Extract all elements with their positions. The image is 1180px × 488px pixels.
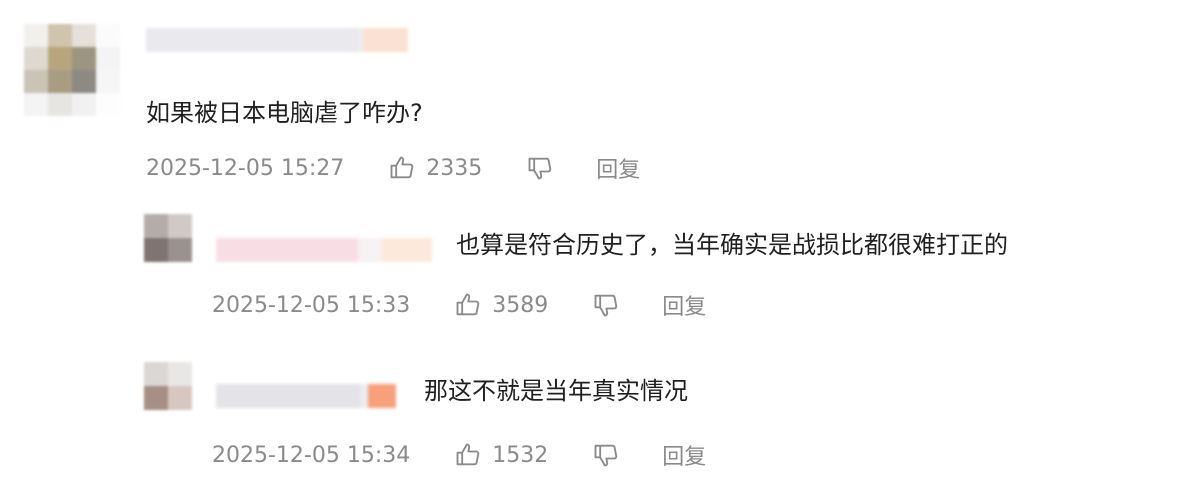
thumbs-up-icon — [454, 291, 482, 319]
like-button[interactable]: 2335 — [388, 154, 482, 182]
avatar-pixel — [72, 70, 96, 93]
avatar-pixel — [144, 362, 168, 386]
like-count: 2335 — [426, 155, 483, 181]
username-blur-segment — [216, 238, 358, 262]
avatar-pixel — [24, 24, 48, 47]
avatar[interactable] — [144, 362, 192, 410]
username-blurred[interactable] — [216, 384, 396, 408]
avatar-pixel — [168, 362, 192, 386]
thumbs-down-icon — [526, 154, 554, 182]
thumbs-down-icon — [592, 441, 620, 469]
timestamp: 2025-12-05 15:34 — [212, 442, 411, 468]
thumbs-down-icon — [592, 291, 620, 319]
avatar-pixel — [48, 24, 72, 47]
username-blur-segment — [382, 238, 432, 262]
username-blur-segment — [363, 28, 408, 52]
comment-meta: 2025-12-05 15:27 2335 回复 — [146, 152, 640, 184]
avatar-pixel — [96, 93, 120, 116]
avatar[interactable] — [144, 214, 192, 262]
avatar-pixel — [24, 93, 48, 116]
like-count: 3589 — [492, 292, 549, 318]
avatar-pixel — [72, 93, 96, 116]
avatar-pixel — [96, 24, 120, 47]
avatar-pixel — [144, 214, 168, 238]
dislike-button[interactable] — [526, 154, 554, 182]
username-blurred[interactable] — [216, 238, 432, 262]
username-blur-segment — [216, 384, 360, 408]
avatar-pixel — [168, 238, 192, 262]
like-count: 1532 — [492, 442, 549, 468]
avatar-pixel — [168, 214, 192, 238]
timestamp: 2025-12-05 15:33 — [212, 292, 411, 318]
avatar-pixel — [96, 47, 120, 70]
avatar-pixel — [48, 47, 72, 70]
avatar-pixel — [48, 70, 72, 93]
thumbs-up-icon — [388, 154, 416, 182]
reply-button[interactable]: 回复 — [662, 289, 706, 321]
avatar-pixel — [96, 70, 120, 93]
username-blurred[interactable] — [146, 28, 408, 52]
avatar-pixel — [48, 93, 72, 116]
username-blur-segment — [360, 384, 368, 408]
avatar-pixel — [24, 47, 48, 70]
avatar-pixel — [168, 386, 192, 410]
avatar-pixel — [144, 238, 168, 262]
comment-thread: 如果被日本电脑虐了咋办? 2025-12-05 15:27 2335 回复 也算… — [0, 0, 1180, 488]
like-button[interactable]: 3589 — [454, 291, 548, 319]
reply-button[interactable]: 回复 — [596, 152, 640, 184]
username-blur-segment — [368, 384, 396, 408]
avatar-pixel — [72, 47, 96, 70]
avatar-pixel — [144, 386, 168, 410]
reply-button[interactable]: 回复 — [662, 439, 706, 471]
dislike-button[interactable] — [592, 441, 620, 469]
avatar-pixel — [72, 24, 96, 47]
comment-text: 那这不就是当年真实情况 — [424, 377, 688, 405]
thumbs-up-icon — [454, 441, 482, 469]
like-button[interactable]: 1532 — [454, 441, 548, 469]
username-blur-segment — [146, 28, 358, 52]
dislike-button[interactable] — [592, 291, 620, 319]
avatar-pixel — [24, 70, 48, 93]
comment-text: 也算是符合历史了，当年确实是战损比都很难打正的 — [456, 231, 1008, 259]
username-blur-segment — [358, 238, 382, 262]
timestamp: 2025-12-05 15:27 — [146, 155, 345, 181]
comment-meta: 2025-12-05 15:34 1532 回复 — [212, 439, 706, 471]
comment-meta: 2025-12-05 15:33 3589 回复 — [212, 289, 706, 321]
avatar[interactable] — [24, 24, 120, 116]
comment-text: 如果被日本电脑虐了咋办? — [146, 99, 423, 127]
